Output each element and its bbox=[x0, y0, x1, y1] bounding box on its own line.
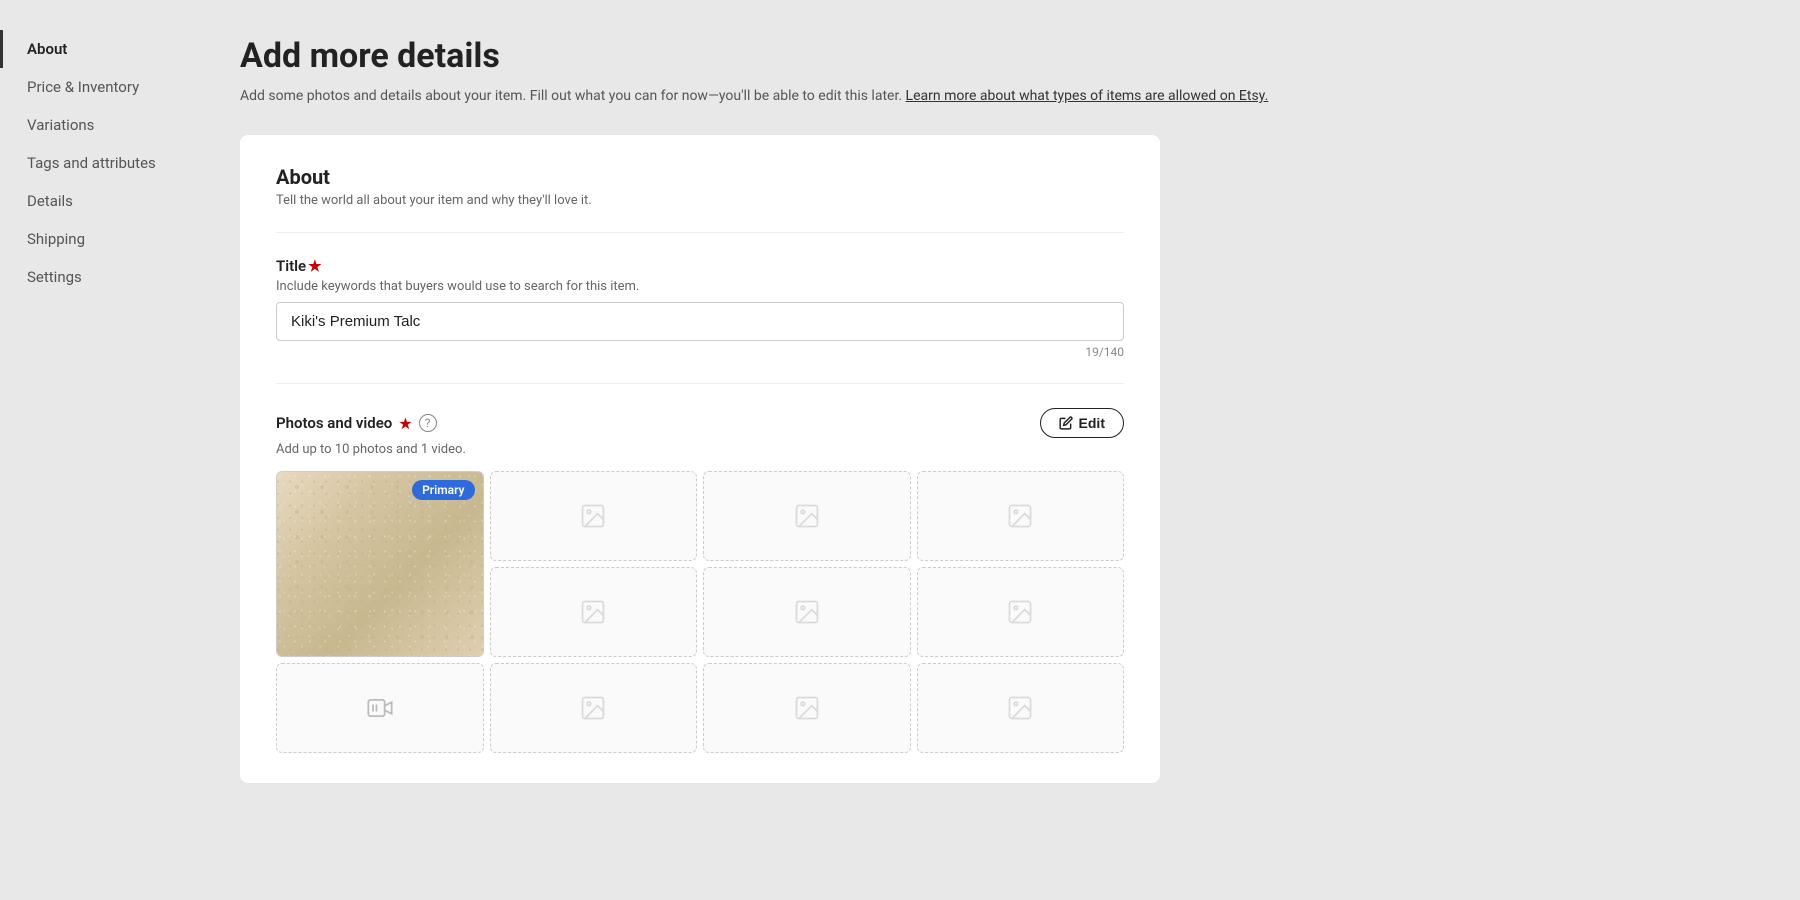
photo-placeholder-6 bbox=[793, 598, 821, 626]
photos-label: Photos and video bbox=[276, 414, 392, 432]
photo-placeholder-9 bbox=[793, 694, 821, 722]
photos-help-icon[interactable]: ? bbox=[419, 414, 437, 432]
photo-slot-6[interactable] bbox=[703, 567, 911, 657]
sidebar-item-details[interactable]: Details bbox=[0, 182, 180, 220]
sidebar-item-tags-attributes[interactable]: Tags and attributes bbox=[0, 144, 180, 182]
sidebar: About Price & Inventory Variations Tags … bbox=[0, 0, 180, 900]
video-placeholder bbox=[366, 694, 394, 722]
sidebar-item-about[interactable]: About bbox=[0, 30, 180, 68]
photo-placeholder-5 bbox=[579, 598, 607, 626]
photo-placeholder-2 bbox=[579, 502, 607, 530]
photo-slot-2[interactable] bbox=[490, 471, 698, 561]
title-hint: Include keywords that buyers would use t… bbox=[276, 279, 1124, 294]
main-card: About Tell the world all about your item… bbox=[240, 135, 1160, 783]
photos-label-row: Photos and video ★ ? bbox=[276, 414, 437, 433]
about-section: About Tell the world all about your item… bbox=[276, 165, 1124, 208]
photos-edit-button[interactable]: Edit bbox=[1040, 408, 1124, 438]
photos-required-star: ★ bbox=[398, 414, 412, 433]
photo-slot-8[interactable] bbox=[490, 663, 698, 753]
photo-primary[interactable]: Primary bbox=[276, 471, 484, 657]
photo-slot-video[interactable] bbox=[276, 663, 484, 753]
photo-grid: Primary bbox=[276, 471, 1124, 753]
photo-placeholder-7 bbox=[1006, 598, 1034, 626]
photo-slot-5[interactable] bbox=[490, 567, 698, 657]
title-char-count: 19/140 bbox=[276, 345, 1124, 359]
sidebar-item-price-inventory[interactable]: Price & Inventory bbox=[0, 68, 180, 106]
page-subtitle: Add some photos and details about your i… bbox=[240, 86, 1760, 107]
about-section-desc: Tell the world all about your item and w… bbox=[276, 193, 1124, 208]
photo-placeholder-8 bbox=[579, 694, 607, 722]
photos-section: Photos and video ★ ? Edit Add up to 10 p… bbox=[276, 408, 1124, 753]
sidebar-item-shipping[interactable]: Shipping bbox=[0, 220, 180, 258]
title-field-group: Title★ Include keywords that buyers woul… bbox=[276, 257, 1124, 359]
pencil-icon bbox=[1059, 416, 1073, 430]
sidebar-item-settings[interactable]: Settings bbox=[0, 258, 180, 296]
primary-badge: Primary bbox=[412, 480, 474, 500]
photo-slot-4[interactable] bbox=[917, 471, 1125, 561]
photo-placeholder-3 bbox=[793, 502, 821, 530]
photo-slot-7[interactable] bbox=[917, 567, 1125, 657]
photo-slot-10[interactable] bbox=[917, 663, 1125, 753]
photo-placeholder-4 bbox=[1006, 502, 1034, 530]
title-label: Title★ bbox=[276, 257, 1124, 275]
page-title: Add more details bbox=[240, 36, 1760, 76]
photo-slot-9[interactable] bbox=[703, 663, 911, 753]
learn-more-link[interactable]: Learn more about what types of items are… bbox=[906, 88, 1269, 104]
photo-slot-3[interactable] bbox=[703, 471, 911, 561]
photos-hint: Add up to 10 photos and 1 video. bbox=[276, 442, 1124, 457]
title-required-star: ★ bbox=[308, 257, 321, 275]
about-section-title: About bbox=[276, 165, 1124, 189]
photos-header: Photos and video ★ ? Edit bbox=[276, 408, 1124, 438]
sidebar-item-variations[interactable]: Variations bbox=[0, 106, 180, 144]
divider-1 bbox=[276, 232, 1124, 233]
title-input[interactable] bbox=[276, 302, 1124, 341]
photo-placeholder-10 bbox=[1006, 694, 1034, 722]
main-content: Add more details Add some photos and det… bbox=[180, 0, 1800, 900]
divider-2 bbox=[276, 383, 1124, 384]
